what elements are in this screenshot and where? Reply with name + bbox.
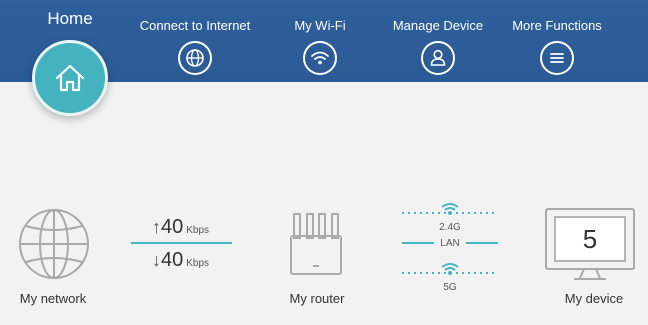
upload-speed-unit: Kbps <box>186 225 210 236</box>
nav-more-label: More Functions <box>512 18 602 33</box>
nav-manage-device[interactable]: Manage Device <box>373 18 503 75</box>
nav-my-wifi[interactable]: My Wi-Fi <box>255 18 385 75</box>
network-globe-icon[interactable] <box>18 208 90 280</box>
speed-divider <box>131 242 232 244</box>
my-device-label: My device <box>564 291 624 306</box>
nav-wifi-label: My Wi-Fi <box>294 18 346 33</box>
my-network-label: My network <box>19 291 87 306</box>
lan-label: LAN <box>440 238 460 249</box>
arrow-up-icon: ↑ <box>152 217 161 237</box>
arrow-down-icon: ↓ <box>152 250 161 270</box>
monitor-stand-icon <box>574 268 606 280</box>
nav-manage-label: Manage Device <box>392 18 484 33</box>
nav-connect-to-internet[interactable]: Connect to Internet <box>130 18 260 75</box>
wifi-icon <box>303 41 337 75</box>
user-icon <box>421 41 455 75</box>
nav-connect-label: Connect to Internet <box>139 18 251 33</box>
menu-icon <box>540 41 574 75</box>
band-5g-label: 5G <box>443 282 457 293</box>
my-router-label: My router <box>289 291 345 306</box>
home-button[interactable] <box>32 40 108 116</box>
download-speed-unit: Kbps <box>186 258 210 269</box>
globe-icon <box>178 41 212 75</box>
upload-speed: ↑40 Kbps <box>152 216 209 239</box>
device-monitor-icon[interactable]: 5 <box>545 208 635 270</box>
nav-more-functions[interactable]: More Functions <box>492 18 622 75</box>
nav-home-label[interactable]: Home <box>30 9 110 29</box>
download-speed-value: 40 <box>161 249 184 271</box>
device-count: 5 <box>554 216 626 262</box>
upload-speed-value: 40 <box>161 216 184 238</box>
home-icon <box>55 64 85 92</box>
download-speed: ↓40 Kbps <box>152 249 209 272</box>
band-24g-label: 2.4G <box>439 222 461 233</box>
router-icon[interactable] <box>288 212 344 276</box>
